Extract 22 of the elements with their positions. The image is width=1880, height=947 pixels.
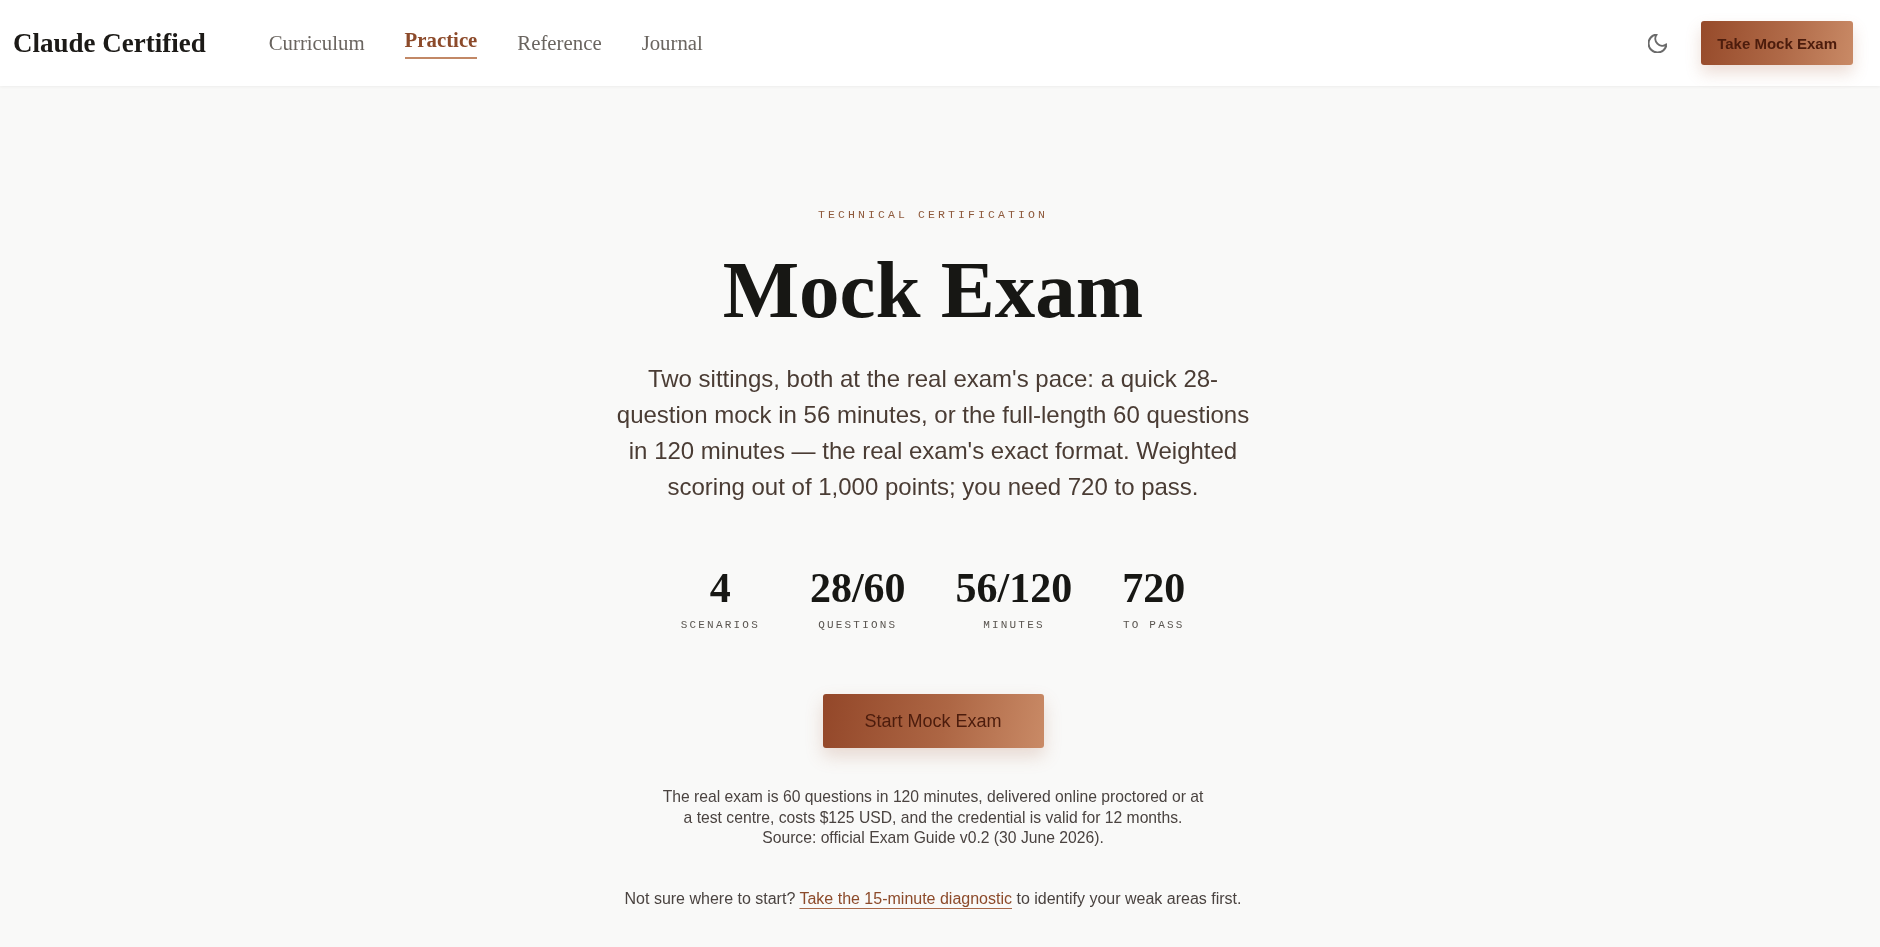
stat-value: 720 (1122, 564, 1186, 612)
intro-paragraph: Two sittings, both at the real exam's pace: a quick 28-question mock in 56 minutes, or the full-length 60 questions in 120 minutes — the real exam's exact format. Weighted scoring out of 1,000 points; you need 720 to pass. (615, 364, 1251, 502)
stat-label: TO PASS (1122, 618, 1185, 632)
take-mock-exam-button[interactable]: Take Mock Exam (1701, 21, 1853, 65)
moon-icon[interactable] (1648, 33, 1668, 53)
nav-link[interactable]: Journal (641, 31, 703, 55)
nav-link[interactable]: Practice (404, 27, 478, 59)
nav-link[interactable]: Reference (517, 31, 602, 55)
stat-label: QUESTIONS (818, 618, 898, 632)
stat-label: SCENARIOS (680, 618, 760, 632)
page-title: Mock Exam (722, 246, 1144, 334)
site-logo[interactable]: Claude Certified (13, 27, 206, 59)
source-text: Source: official Exam Guide v0.2 (30 June 2026). (762, 828, 1104, 848)
stat-label: MINUTES (983, 618, 1045, 632)
diagnostic-prompt-text: Not sure where to start? Take the 15-minute diagnostic to identify your weak areas first. (624, 888, 1242, 909)
eyebrow-label: TECHNICAL CERTIFICATION (818, 208, 1048, 222)
stat-value: 28/60 (809, 564, 906, 612)
stat-value: 4 (709, 564, 731, 612)
nav-link[interactable]: Curriculum (268, 31, 365, 55)
exam-info-text: The real exam is 60 questions in 120 minutes, delivered online proctored or at a test centre, costs $125 USD, and the credential is valid for 12 months. (661, 787, 1205, 828)
stat-value: 56/120 (955, 564, 1073, 612)
diagnostic-link[interactable]: Take the 15-minute diagnostic (799, 889, 1012, 907)
